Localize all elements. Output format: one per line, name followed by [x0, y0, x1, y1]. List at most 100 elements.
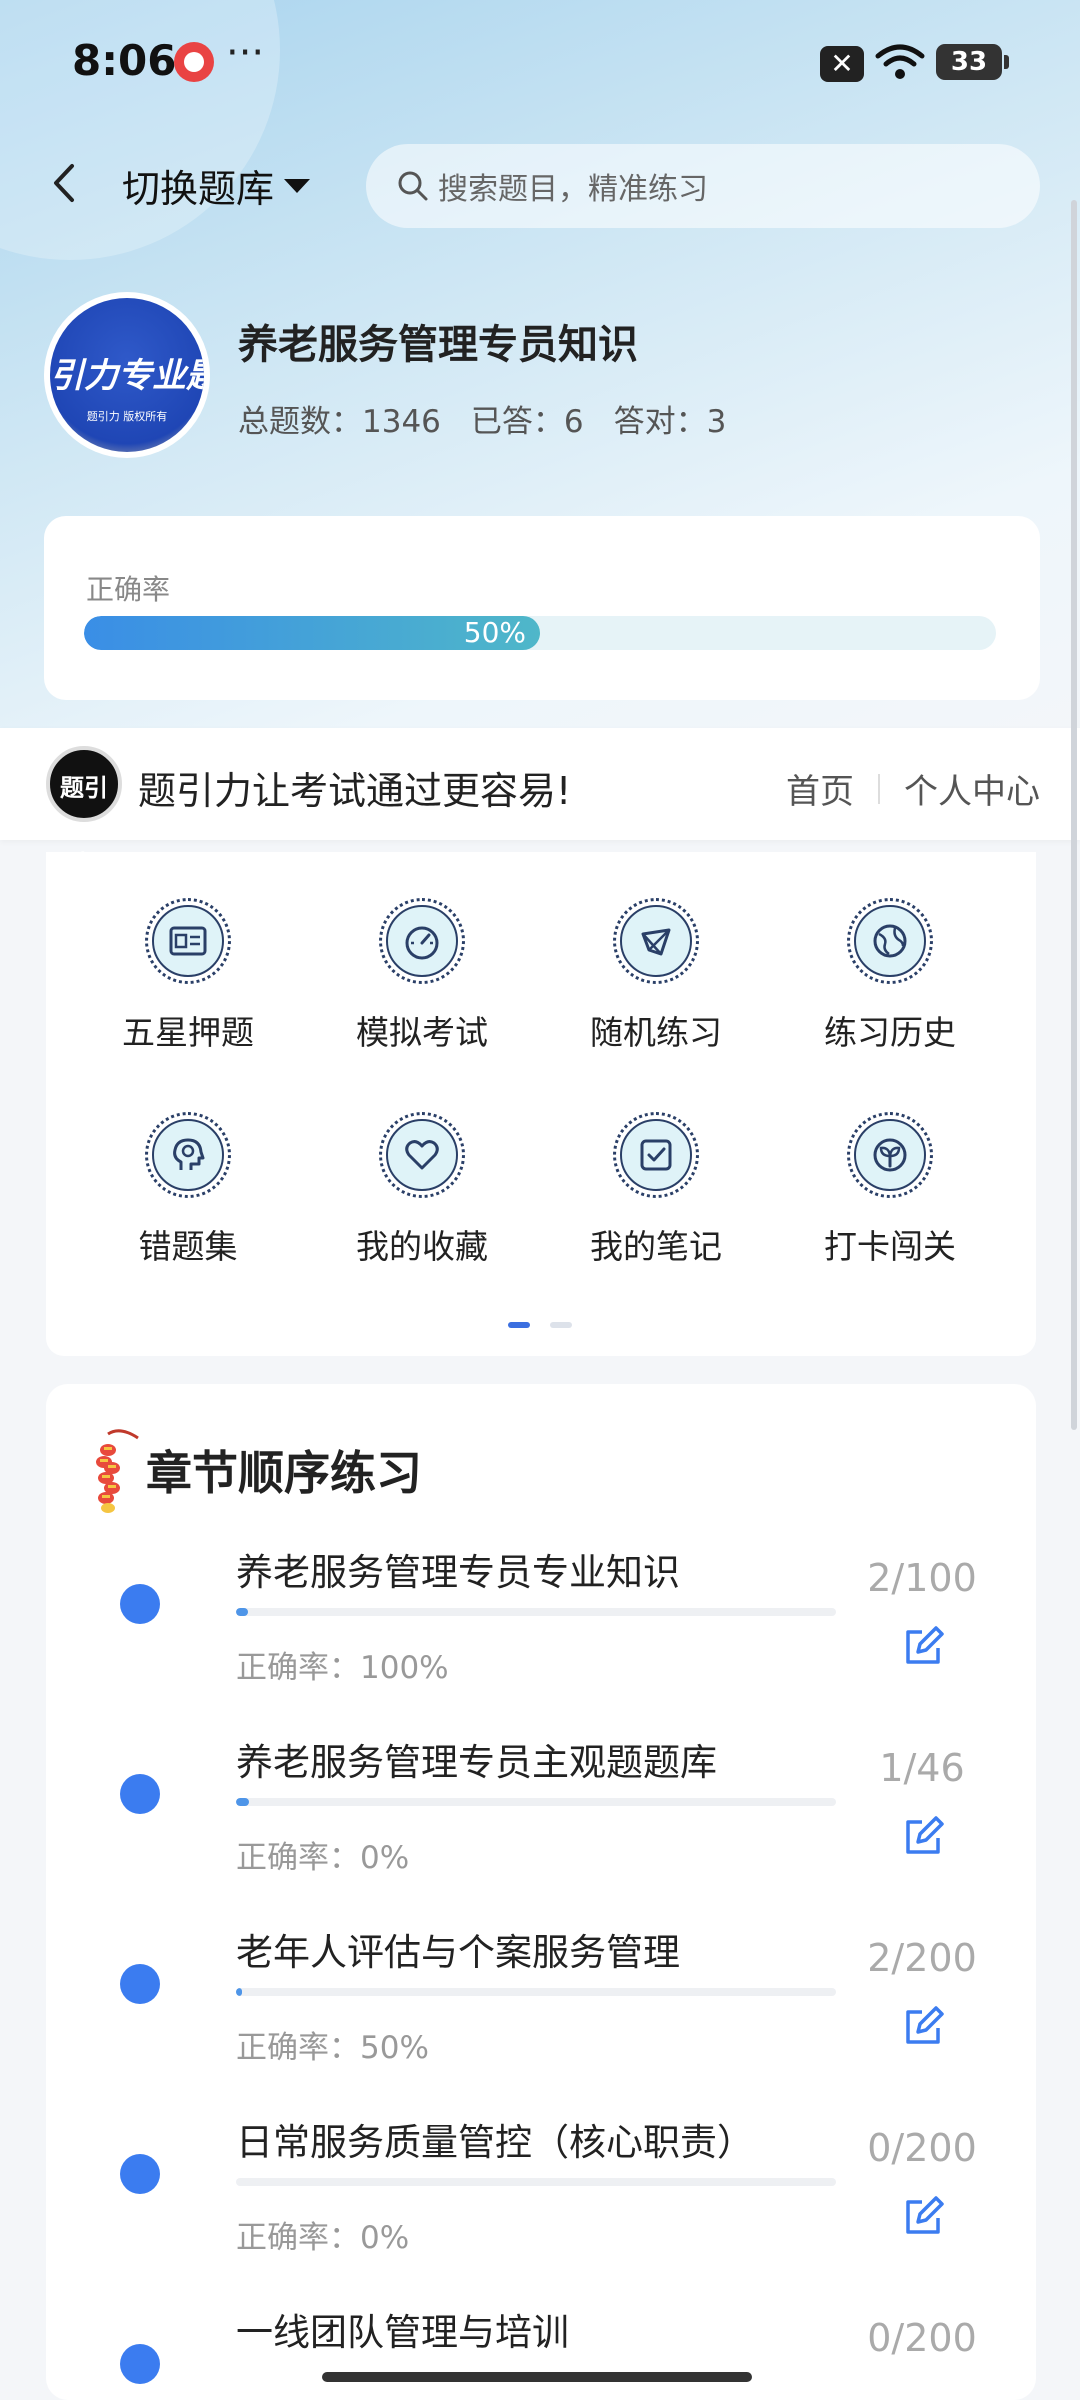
heart-icon [405, 1140, 439, 1170]
accuracy-card: 正确率 50% [44, 516, 1040, 700]
back-arrow-icon[interactable] [44, 158, 84, 208]
edit-icon[interactable] [902, 1624, 946, 1668]
chapter-row[interactable]: 一线团队管理与培训 0/200 [46, 2288, 1036, 2400]
grid-label: 练习历史 [824, 1013, 956, 1052]
chapter-accuracy: 正确率：100% [236, 1650, 449, 1686]
nav-divider [878, 773, 880, 804]
grid-label: 我的笔记 [590, 1227, 722, 1266]
search-icon [398, 171, 428, 201]
battery-icon: 33 [936, 44, 1009, 80]
chapter-name: 日常服务质量管控（核心职责） [236, 2121, 754, 2164]
chapter-count: 0/200 [867, 2316, 977, 2360]
status-bar: 8:06 ··· ✕ 33 [0, 0, 1080, 120]
correct-count: 答对：3 [613, 404, 727, 440]
scrollbar[interactable] [1071, 200, 1077, 1430]
feature-grid: 五星押题 模拟考试 随机练习 练习历史 错题集 我的收藏 我的笔记 打卡闯关 [46, 852, 1036, 1356]
chapter-name: 养老服务管理专员专业知识 [236, 1551, 680, 1594]
chapter-bullet [120, 1774, 160, 1814]
sprout-icon [873, 1138, 907, 1172]
accuracy-progress-bar: 50% [84, 616, 996, 650]
chapter-progress-bar [236, 1798, 836, 1806]
grid-item-notes[interactable]: 我的笔记 [556, 1112, 756, 1268]
grid-label: 打卡闯关 [824, 1227, 956, 1266]
head-icon [173, 1138, 205, 1170]
note-check-icon [640, 1139, 672, 1171]
chapter-name: 老年人评估与个案服务管理 [236, 1931, 680, 1974]
brand-banner: 题引力 题引力让考试通过更容易! 首页 个人中心 [0, 728, 1080, 878]
chapter-accuracy: 正确率：0% [236, 1840, 410, 1876]
chapter-row[interactable]: 养老服务管理专员专业知识 正确率：100% 2/100 [46, 1528, 1036, 1718]
question-bank-logo: 引力专业题 题引力 版权所有 [44, 292, 210, 458]
chapter-progress-fill [236, 1608, 248, 1616]
wifi-icon [875, 44, 925, 79]
grid-item-mock-exam[interactable]: 模拟考试 [322, 898, 522, 1054]
page-indicator [508, 1322, 572, 1328]
more-notifications-icon: ··· [226, 30, 265, 76]
grid-item-check-in[interactable]: 打卡闯关 [790, 1112, 990, 1268]
grid-item-star-questions[interactable]: 五星押题 [88, 898, 288, 1054]
page-dot [550, 1322, 572, 1328]
chapter-count: 0/200 [867, 2126, 977, 2170]
caret-down-icon [284, 178, 311, 193]
network-icon [641, 928, 671, 956]
grid-label: 五星押题 [122, 1013, 254, 1052]
chapter-name: 一线团队管理与培训 [236, 2311, 569, 2354]
chapter-row[interactable]: 老年人评估与个案服务管理 正确率：50% 2/200 [46, 1908, 1036, 2098]
chapter-bullet [120, 1964, 160, 2004]
edit-icon[interactable] [902, 2004, 946, 2048]
chapter-count: 1/46 [879, 1746, 965, 1790]
chapter-bullet [120, 2154, 160, 2194]
page-dot-active [508, 1322, 530, 1328]
chapter-accuracy: 正确率：0% [236, 2220, 410, 2256]
grid-item-random-practice[interactable]: 随机练习 [556, 898, 756, 1054]
chapter-accuracy: 正确率：50% [236, 2030, 429, 2066]
answered-count: 已答：6 [470, 404, 584, 440]
chapter-bullet [120, 2344, 160, 2384]
status-time: 8:06 [72, 36, 177, 85]
brand-logo: 题引力 [46, 746, 122, 878]
chapter-row[interactable]: 养老服务管理专员主观题题库 正确率：0% 1/46 [46, 1718, 1036, 1908]
logo-subtext: 题引力 版权所有 [86, 410, 168, 423]
id-card-icon [169, 926, 207, 956]
grid-item-practice-history[interactable]: 练习历史 [790, 898, 990, 1054]
search-input[interactable]: 搜索题目，精准练习 [366, 144, 1040, 228]
chapter-section-title: 章节顺序练习 [146, 1446, 422, 1500]
chapter-progress-fill [236, 1798, 250, 1806]
chapter-header: 章节顺序练习 [90, 1424, 422, 1516]
chapter-progress-bar [236, 2178, 836, 2186]
chapter-bullet [120, 1584, 160, 1624]
chapter-count: 2/100 [867, 1556, 977, 1600]
chapter-practice-card: 章节顺序练习 养老服务管理专员专业知识 正确率：100% 2/100 养老服务管… [46, 1384, 1036, 2400]
home-indicator[interactable] [322, 2372, 752, 2382]
grid-label: 错题集 [138, 1227, 238, 1266]
speedometer-icon [405, 926, 439, 960]
grid-label: 模拟考试 [356, 1013, 488, 1052]
edit-icon[interactable] [902, 1814, 946, 1858]
banner-nav: 首页 个人中心 [786, 764, 1040, 813]
nav-home-link[interactable]: 首页 [786, 764, 854, 813]
grid-item-wrong-questions[interactable]: 错题集 [88, 1112, 288, 1268]
logo-text: 引力专业题 [50, 356, 204, 396]
grid-label: 随机练习 [590, 1013, 722, 1052]
grid-item-favorites[interactable]: 我的收藏 [322, 1112, 522, 1268]
total-count: 总题数：1346 [238, 404, 441, 440]
app-notification-icon [174, 42, 214, 82]
switch-library-label: 切换题库 [122, 167, 275, 211]
sim-off-icon: ✕ [820, 46, 864, 82]
accuracy-label: 正确率 [86, 573, 171, 606]
firecracker-icon [96, 1429, 139, 1513]
globe-icon [873, 924, 907, 958]
chapter-progress-bar [236, 1608, 836, 1616]
chapter-progress-bar [236, 1988, 836, 1996]
slogan: 题引力让考试通过更容易! [138, 769, 572, 813]
grid-label: 我的收藏 [356, 1227, 488, 1266]
accuracy-progress-fill: 50% [84, 616, 540, 650]
accuracy-percent: 50% [463, 616, 526, 649]
chapter-count: 2/200 [867, 1936, 977, 1980]
switch-library-button[interactable]: 切换题库 [122, 158, 311, 213]
search-placeholder: 搜索题目，精准练习 [438, 172, 708, 207]
chapter-row[interactable]: 日常服务质量管控（核心职责） 正确率：0% 0/200 [46, 2098, 1036, 2288]
nav-profile-link[interactable]: 个人中心 [904, 764, 1040, 813]
edit-icon[interactable] [902, 2194, 946, 2238]
book-title: 养老服务管理专员知识 [238, 322, 638, 368]
